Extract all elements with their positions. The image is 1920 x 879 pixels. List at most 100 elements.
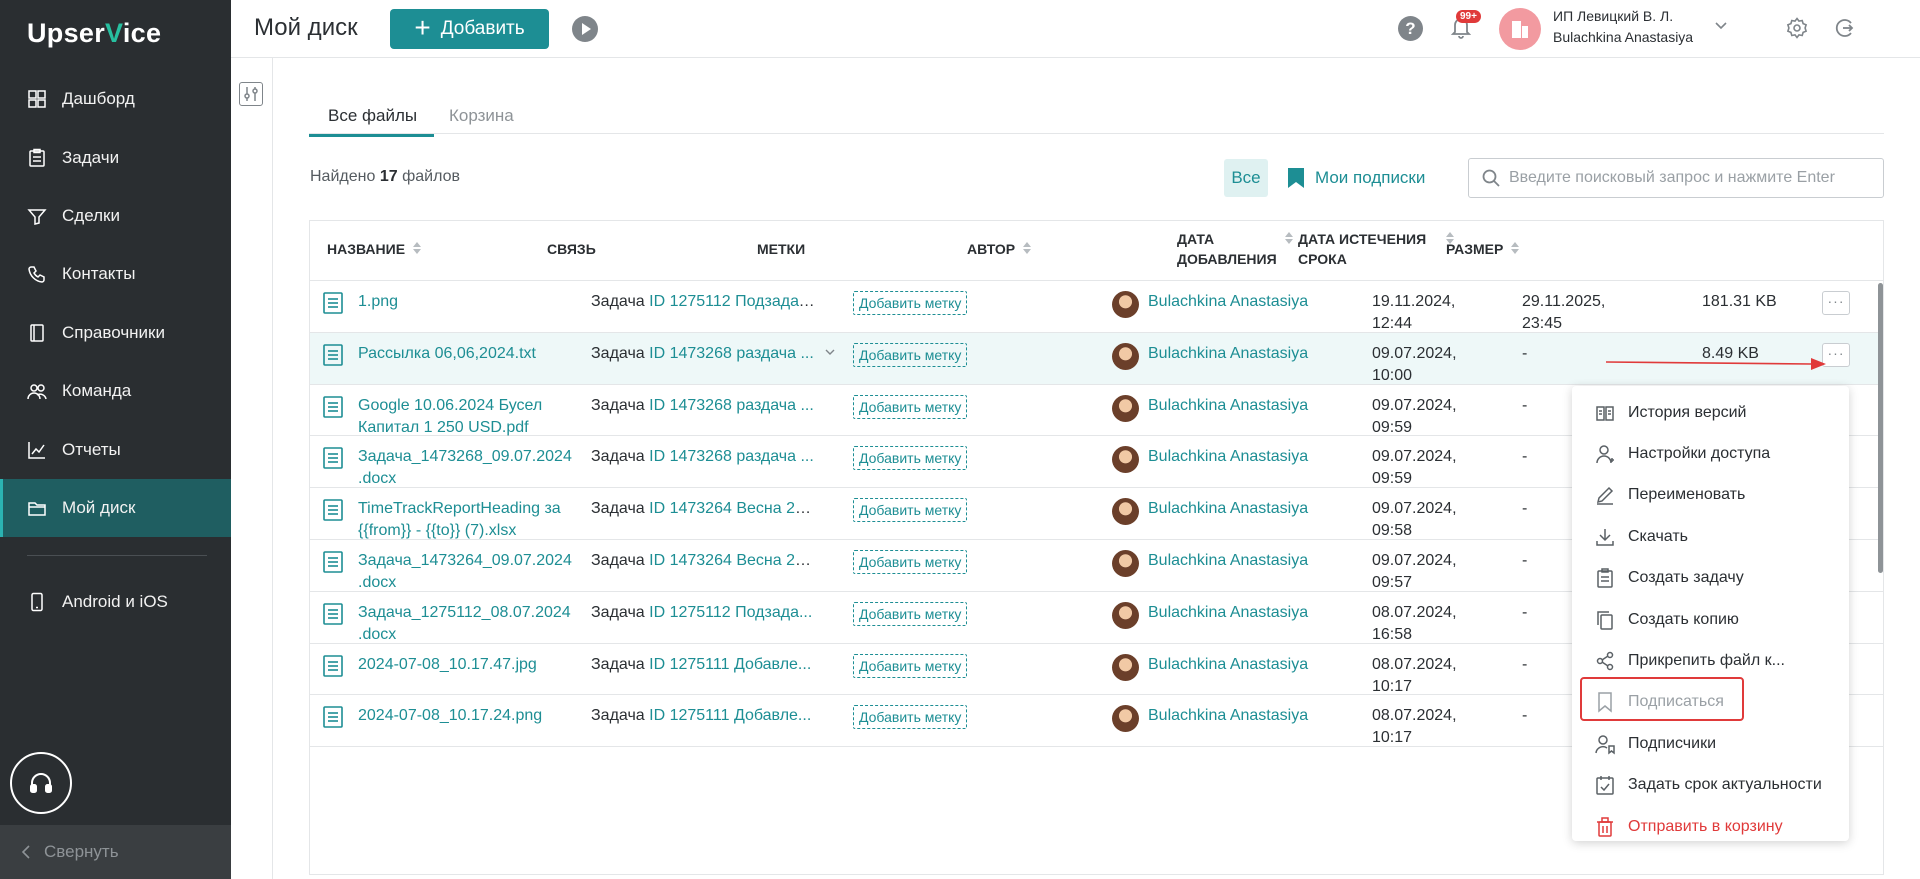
file-name-link[interactable]: TimeTrackReportHeading за {{from}} - {{t… [358,498,578,542]
file-icon [323,447,343,470]
add-button-label: Добавить [440,18,525,39]
author-link[interactable]: Bulachkina Anastasiya [1148,498,1308,520]
menu-item-bookmark[interactable]: Подписаться [1572,682,1849,723]
task-link[interactable]: ID 1275112 Подзада... [649,604,812,621]
add-tag-button[interactable]: Добавить метку [853,601,968,626]
table-scrollbar[interactable] [1878,283,1883,573]
author-avatar [1112,653,1139,681]
add-tag-button[interactable]: Добавить метку [853,550,968,574]
phone-icon [31,592,43,612]
search-icon [1482,169,1500,187]
tab-all-files[interactable]: Все файлы [309,106,435,137]
menu-item-download[interactable]: Скачать [1572,516,1849,557]
column-link: СВЯЗЬ [547,239,596,259]
column-expire[interactable]: ДАТА ИСТЕЧЕНИЯ СРОКА [1298,229,1454,269]
author-link[interactable]: Bulachkina Anastasiya [1148,654,1308,676]
sidebar-item-mobile-apps[interactable]: Android и iOS [0,573,231,631]
author-link[interactable]: Bulachkina Anastasiya [1148,291,1308,313]
add-tag-button[interactable]: Добавить метку [853,342,968,367]
sidebar-item-directory[interactable]: Справочники [0,304,231,362]
menu-item-create-task[interactable]: Создать задачу [1572,558,1849,599]
filter-all-button[interactable]: Все [1224,159,1268,197]
gear-icon[interactable] [1785,16,1809,40]
app-logo[interactable]: UpserVice [27,18,161,49]
menu-item-copy[interactable]: Создать копию [1572,599,1849,640]
column-size[interactable]: РАЗМЕР [1446,239,1520,259]
task-link[interactable]: ID 1275112 Подзадача... [649,293,816,310]
file-name-link[interactable]: Google 10.06.2024 Бусел Капитал 1 250 US… [358,395,578,439]
task-link[interactable]: ID 1275111 Добавле... [649,656,811,673]
my-subscriptions-filter[interactable]: Мои подписки [1287,167,1425,189]
search-input[interactable] [1509,169,1879,187]
sidebar-item-team[interactable]: Команда [0,362,231,420]
author-link[interactable]: Bulachkina Anastasiya [1148,705,1308,727]
tab-trash[interactable]: Корзина [449,106,514,134]
task-link[interactable]: ID 1473268 раздача ... [649,345,814,362]
author-link[interactable]: Bulachkina Anastasiya [1148,602,1308,624]
add-button[interactable]: + Добавить [390,9,549,49]
add-tag-button[interactable]: Добавить метку [853,394,968,419]
task-link[interactable]: ID 1473268 раздача ... [649,397,814,414]
file-size: 181.31 KB [1702,293,1777,310]
author-avatar [1112,342,1139,370]
logout-icon[interactable] [1833,16,1857,40]
file-name-link[interactable]: Задача_1275112_08.07.2024 .docx [358,602,578,646]
sidebar-item-label: Android и iOS [62,592,168,612]
collapse-sidebar-button[interactable]: Свернуть [0,825,231,879]
file-name-link[interactable]: 2024-07-08_10.17.24.png [358,705,578,727]
account-switcher[interactable]: ИП Левицкий В. Л. Bulachkina Anastasiya [1553,6,1693,48]
play-icon[interactable] [572,16,598,42]
file-name-link[interactable]: 1.png [358,291,578,313]
add-tag-button[interactable]: Добавить метку [853,291,968,315]
sidebar-item-contacts[interactable]: Контакты [0,245,231,303]
add-tag-button[interactable]: Добавить метку [853,498,968,523]
collapse-label: Свернуть [44,842,119,861]
date-added: 08.07.2024, 10:17 [1372,655,1457,695]
file-icon [323,499,343,521]
menu-item-trash[interactable]: Отправить в корзину [1572,806,1849,847]
filter-settings-icon[interactable] [239,82,263,106]
sidebar-item-deals[interactable]: Сделки [0,187,231,245]
chevron-down-icon[interactable] [825,347,835,357]
file-name-link[interactable]: 2024-07-08_10.17.47.jpg [358,654,578,676]
sidebar-item-label: Справочники [62,322,165,342]
sort-icon [1023,242,1032,254]
sidebar-item-dashboard[interactable]: Дашборд [0,70,231,128]
table-row[interactable]: 1.png Задача ID 1275112 Подзадача... Добав… [310,281,1883,333]
menu-item-share[interactable]: Прикрепить файл к... [1572,640,1849,681]
bookmark-icon [1288,168,1304,188]
task-link[interactable]: ID 1275111 Добавле... [649,707,811,724]
author-link[interactable]: Bulachkina Anastasiya [1148,446,1308,468]
file-name-link[interactable]: Задача_1473264_09.07.2024 .docx [358,550,578,594]
menu-item-access[interactable]: Настройки доступа [1572,433,1849,474]
menu-item-history[interactable]: История версий [1572,392,1849,433]
task-link[interactable]: ID 1473268 раздача ... [649,448,814,465]
add-tag-button[interactable]: Добавить метку [853,446,968,471]
sidebar-item-tasks[interactable]: Задачи [0,128,231,186]
user-name: Bulachkina Anastasiya [1553,29,1694,45]
author-link[interactable]: Bulachkina Anastasiya [1148,343,1308,365]
chevron-down-icon[interactable] [1713,18,1729,34]
author-link[interactable]: Bulachkina Anastasiya [1148,550,1308,572]
menu-item-rename[interactable]: Переименовать [1572,475,1849,516]
add-tag-button[interactable]: Добавить метку [853,705,968,730]
menu-item-subscribers[interactable]: Подписчики [1572,723,1849,764]
menu-item-calendar-check[interactable]: Задать срок актуальности [1572,765,1849,806]
support-button[interactable] [10,752,72,814]
column-added[interactable]: ДАТА ДОБАВЛЕНИЯ [1177,229,1293,269]
file-name-link[interactable]: Задача_1473268_09.07.2024 .docx [358,446,578,490]
company-avatar[interactable] [1499,8,1541,50]
author-link[interactable]: Bulachkina Anastasiya [1148,395,1308,417]
help-icon[interactable]: ? [1398,16,1423,41]
task-link[interactable]: ID 1473264 Весна 20... [649,552,816,569]
sidebar-item-folder[interactable]: Мой диск [0,478,231,538]
row-actions-button[interactable]: ··· [1822,291,1850,315]
task-link[interactable]: ID 1473264 Весна 20... [649,500,816,517]
column-author[interactable]: АВТОР [967,239,1032,259]
sidebar-item-label: Сделки [62,205,120,225]
add-tag-button[interactable]: Добавить метку [853,653,968,678]
column-name[interactable]: НАЗВАНИЕ [327,239,422,259]
sidebar-item-reports[interactable]: Отчеты [0,420,231,478]
file-name-link[interactable]: Рассылка 06,06,2024.txt [358,343,578,365]
row-actions-button[interactable]: ··· [1822,342,1850,367]
